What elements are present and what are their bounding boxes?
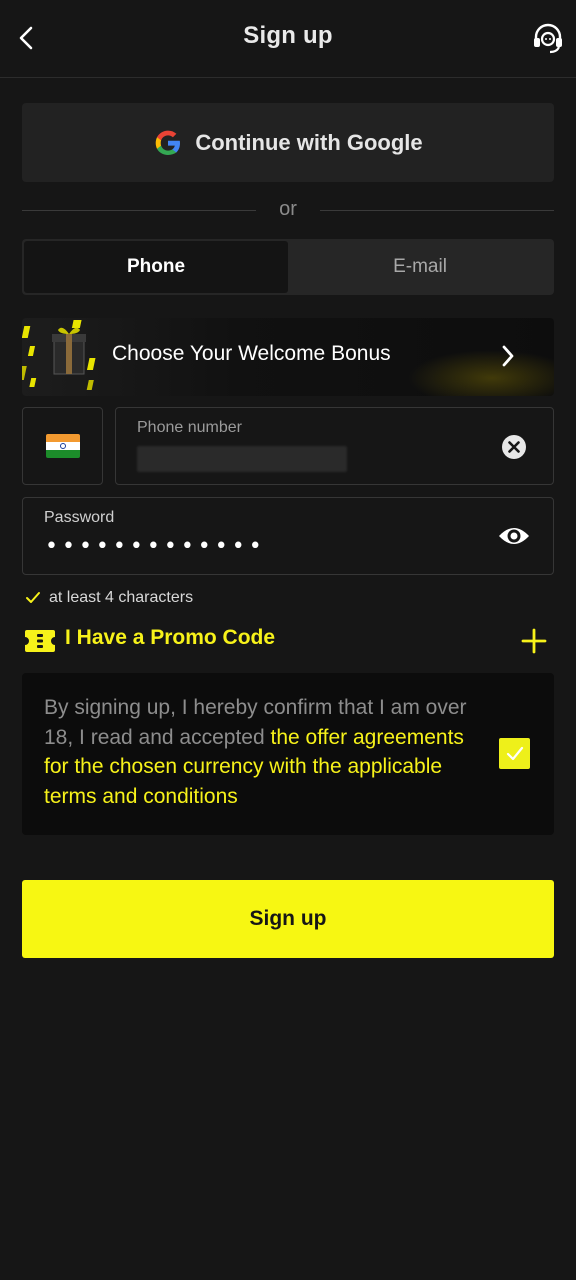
terms-agreement-panel: By signing up, I hereby confirm that I a… <box>22 673 554 835</box>
headset-icon <box>534 23 562 54</box>
or-divider: or <box>22 198 554 224</box>
phone-number-field[interactable]: Phone number <box>115 407 554 485</box>
phone-number-label: Phone number <box>137 419 242 436</box>
phone-number-value-redacted <box>137 446 347 472</box>
password-field[interactable]: Password ••••••••••••• <box>22 497 554 575</box>
ticket-icon <box>25 630 55 652</box>
google-button-label: Continue with Google <box>195 129 423 155</box>
signup-method-tabs: Phone E-mail <box>22 239 554 295</box>
country-code-selector[interactable] <box>22 407 103 485</box>
check-icon <box>26 592 40 603</box>
welcome-bonus-banner[interactable]: Choose Your Welcome Bonus <box>22 318 554 396</box>
terms-checkbox[interactable] <box>499 738 530 769</box>
clear-icon[interactable] <box>500 433 528 461</box>
page-title: Sign up <box>243 22 333 49</box>
password-label: Password <box>44 509 115 526</box>
google-icon <box>156 130 181 155</box>
tab-phone[interactable]: Phone <box>24 241 288 293</box>
support-button[interactable] <box>530 20 566 56</box>
continue-with-google-button[interactable]: Continue with Google <box>22 103 554 182</box>
password-hint-text: at least 4 characters <box>49 589 194 606</box>
terms-text: By signing up, I hereby confirm that I a… <box>44 693 484 811</box>
sign-up-button[interactable]: Sign up <box>22 880 554 958</box>
india-flag-icon <box>45 434 80 458</box>
plus-icon <box>521 628 547 654</box>
password-value: ••••••••••••• <box>45 534 266 559</box>
promo-code-label: I Have a Promo Code <box>65 626 276 649</box>
tab-email[interactable]: E-mail <box>288 241 552 293</box>
top-bar: Sign up <box>0 0 576 78</box>
divider-line <box>320 210 554 211</box>
checkmark-icon <box>506 746 523 760</box>
password-requirement-hint: at least 4 characters <box>25 589 193 607</box>
promo-code-toggle[interactable]: I Have a Promo Code <box>22 624 554 658</box>
chevron-right-icon <box>502 345 514 367</box>
bonus-banner-label: Choose Your Welcome Bonus <box>112 342 391 365</box>
show-password-eye-icon[interactable] <box>497 522 531 550</box>
